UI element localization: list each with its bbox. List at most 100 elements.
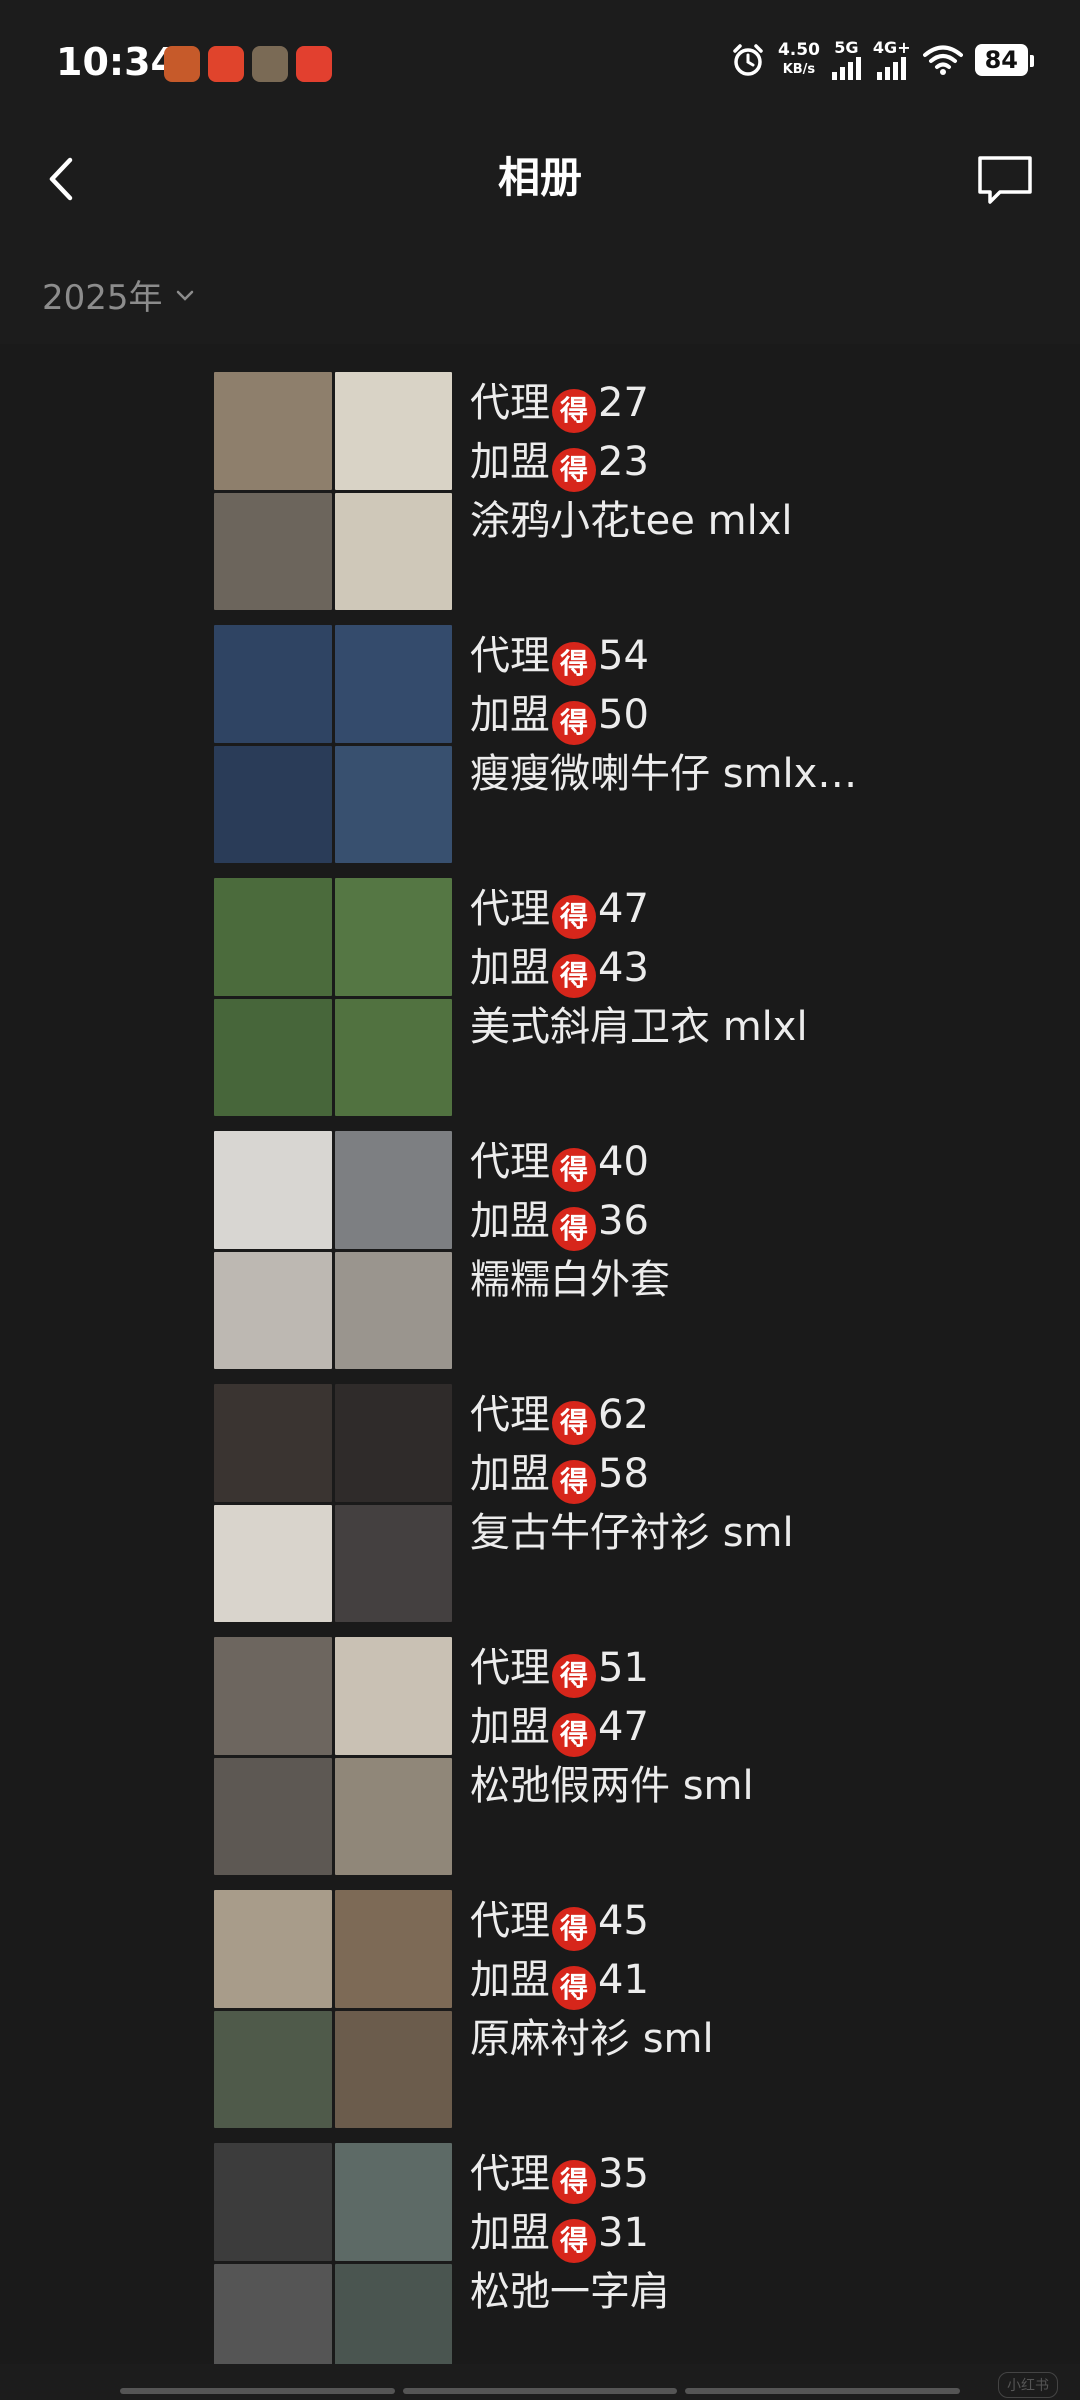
nav-bar: 相册 xyxy=(0,130,1080,250)
agent-label: 代理 xyxy=(470,633,550,679)
scroll-indicator xyxy=(120,2388,961,2394)
year-filter[interactable]: 2025年 xyxy=(42,270,197,319)
de-badge-icon: 得 xyxy=(552,389,596,433)
de-badge-icon: 得 xyxy=(552,1654,596,1698)
agent-label: 代理 xyxy=(470,2151,550,2197)
franchise-price: 23 xyxy=(598,439,649,485)
franchise-label: 加盟 xyxy=(470,2210,550,2256)
price-line-franchise: 加盟得 58 xyxy=(470,1445,794,1504)
de-badge-icon: 得 xyxy=(552,1907,596,1951)
agent-label: 代理 xyxy=(470,380,550,426)
agent-label: 代理 xyxy=(470,1392,550,1438)
franchise-label: 加盟 xyxy=(470,692,550,738)
album-item[interactable]: 代理得 45 加盟得 41 原麻衬衫 sml xyxy=(214,1874,994,2128)
de-badge-icon: 得 xyxy=(552,1148,596,1192)
de-badge-icon: 得 xyxy=(552,701,596,745)
price-line-agent: 代理得 47 xyxy=(470,880,808,939)
agent-label: 代理 xyxy=(470,886,550,932)
price-line-franchise: 加盟得 47 xyxy=(470,1698,754,1757)
album-item[interactable]: 代理得 40 加盟得 36 糯糯白外套 xyxy=(214,1115,994,1369)
album-thumbnail[interactable] xyxy=(214,1890,452,2128)
album-caption: 代理得 54 加盟得 50 瘦瘦微喇牛仔 smlx… xyxy=(470,627,857,803)
thumbnail-photo xyxy=(334,372,452,490)
price-line-agent: 代理得 51 xyxy=(470,1639,754,1698)
price-line-agent: 代理得 27 xyxy=(470,374,792,433)
album-thumbnail[interactable] xyxy=(214,1384,452,1622)
wifi-icon xyxy=(922,45,963,75)
franchise-price: 43 xyxy=(598,945,649,991)
thumbnail-photo xyxy=(214,492,332,610)
agent-price: 40 xyxy=(598,1139,649,1185)
album-thumbnail[interactable] xyxy=(214,1637,452,1875)
album-list: 代理得 27 加盟得 23 涂鸦小花tee mlxl 代理得 54 加盟得 50 瘦瘦微喇牛仔 s… xyxy=(0,344,1080,2364)
chevron-down-icon xyxy=(176,290,193,301)
item-description: 美式斜肩卫衣 mlxl xyxy=(470,1004,808,1050)
item-description: 松弛假两件 sml xyxy=(470,1763,754,1809)
agent-price: 35 xyxy=(598,2151,649,2197)
agent-price: 45 xyxy=(598,1898,649,1944)
de-badge-icon: 得 xyxy=(552,895,596,939)
price-line-agent: 代理得 62 xyxy=(470,1386,794,1445)
thumbnail-photo xyxy=(334,2263,452,2364)
thumbnail-photo xyxy=(334,1251,452,1369)
thumbnail-photo xyxy=(214,625,332,743)
album-thumbnail[interactable] xyxy=(214,372,452,610)
agent-price: 51 xyxy=(598,1645,649,1691)
de-badge-icon: 得 xyxy=(552,1966,596,2010)
album-caption: 代理得 27 加盟得 23 涂鸦小花tee mlxl xyxy=(470,374,792,550)
signal-4g: 4G+ xyxy=(873,40,911,80)
album-item[interactable]: 代理得 27 加盟得 23 涂鸦小花tee mlxl xyxy=(214,356,994,610)
de-badge-icon: 得 xyxy=(552,2219,596,2263)
agent-price: 27 xyxy=(598,380,649,426)
thumbnail-photo xyxy=(214,2010,332,2128)
album-thumbnail[interactable] xyxy=(214,1131,452,1369)
signal-5g-label: 5G xyxy=(834,38,859,57)
album-thumbnail[interactable] xyxy=(214,625,452,863)
comment-icon[interactable] xyxy=(970,144,1040,214)
thumbnail-photo xyxy=(214,1890,332,2008)
net-speed-unit: KB/s xyxy=(782,62,816,77)
agent-price: 62 xyxy=(598,1392,649,1438)
app-icon-2 xyxy=(208,46,244,82)
thumbnail-photo xyxy=(214,2143,332,2261)
album-thumbnail[interactable] xyxy=(214,2143,452,2364)
signal-bars-icon xyxy=(877,56,907,80)
franchise-label: 加盟 xyxy=(470,1198,550,1244)
thumbnail-photo xyxy=(214,745,332,863)
year-filter-label: 2025年 xyxy=(42,278,163,318)
watermark-logo: 小红书 xyxy=(998,2372,1058,2398)
agent-label: 代理 xyxy=(470,1645,550,1691)
franchise-label: 加盟 xyxy=(470,1451,550,1497)
franchise-label: 加盟 xyxy=(470,439,550,485)
notification-app-icons xyxy=(164,46,332,82)
album-item[interactable]: 代理得 35 加盟得 31 松弛一字肩 xyxy=(214,2127,994,2364)
thumbnail-photo xyxy=(334,878,452,996)
status-time: 10:34 xyxy=(56,40,177,84)
thumbnail-photo xyxy=(334,492,452,610)
net-speed: 4.50 KB/s xyxy=(778,41,820,79)
thumbnail-photo xyxy=(334,745,452,863)
de-badge-icon: 得 xyxy=(552,1460,596,1504)
thumbnail-photo xyxy=(334,625,452,743)
franchise-price: 47 xyxy=(598,1704,649,1750)
album-item[interactable]: 代理得 51 加盟得 47 松弛假两件 sml xyxy=(214,1621,994,1875)
thumbnail-photo xyxy=(214,1251,332,1369)
album-caption: 代理得 51 加盟得 47 松弛假两件 sml xyxy=(470,1639,754,1815)
album-item[interactable]: 代理得 47 加盟得 43 美式斜肩卫衣 mlxl xyxy=(214,862,994,1116)
thumbnail-photo xyxy=(334,1890,452,2008)
album-thumbnail[interactable] xyxy=(214,878,452,1116)
album-caption: 代理得 35 加盟得 31 松弛一字肩 xyxy=(470,2145,670,2321)
thumbnail-photo xyxy=(214,1637,332,1755)
item-description: 糯糯白外套 xyxy=(470,1257,670,1303)
thumbnail-photo xyxy=(334,998,452,1116)
signal-5g: 5G xyxy=(831,38,861,80)
item-description: 原麻衬衫 sml xyxy=(470,2016,714,2062)
price-line-franchise: 加盟得 36 xyxy=(470,1192,670,1251)
album-item[interactable]: 代理得 54 加盟得 50 瘦瘦微喇牛仔 smlx… xyxy=(214,609,994,863)
price-line-franchise: 加盟得 41 xyxy=(470,1951,714,2010)
thumbnail-photo xyxy=(214,998,332,1116)
alarm-icon xyxy=(733,44,763,76)
franchise-price: 50 xyxy=(598,692,649,738)
album-item[interactable]: 代理得 62 加盟得 58 复古牛仔衬衫 sml xyxy=(214,1368,994,1622)
thumbnail-photo xyxy=(214,1384,332,1502)
